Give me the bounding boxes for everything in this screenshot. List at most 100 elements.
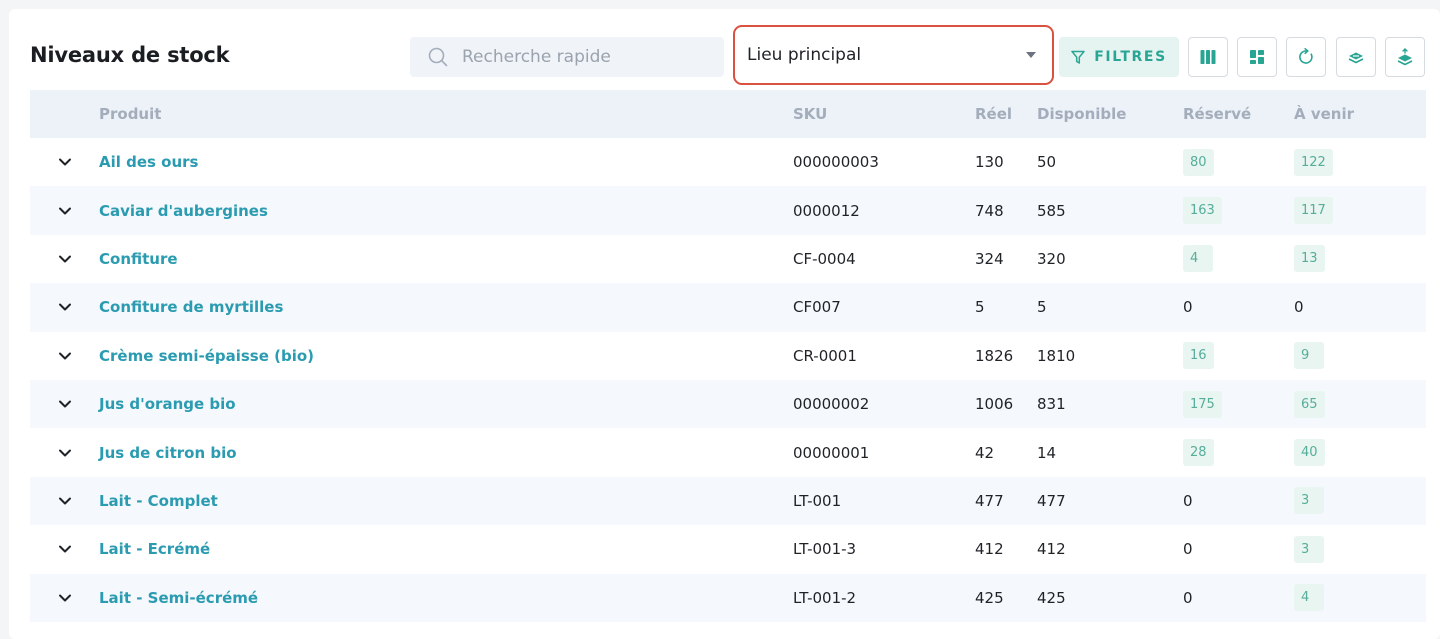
table-row[interactable]: Ail des ours 000000003 130 50 80 122: [30, 138, 1426, 187]
refresh-button[interactable]: [1286, 37, 1326, 77]
chevron-down-icon[interactable]: [58, 351, 72, 361]
available-cell: 477: [1037, 491, 1066, 510]
upcoming-badge[interactable]: 117: [1294, 197, 1333, 225]
upcoming-badge[interactable]: 9: [1294, 342, 1324, 370]
product-cell: Jus de citron bio: [99, 428, 793, 476]
chevron-down-icon[interactable]: [58, 448, 72, 458]
expand-toggle[interactable]: [30, 332, 99, 380]
sku-cell: 000000003: [793, 153, 879, 172]
layout-button[interactable]: [1237, 37, 1277, 77]
stock-out-button[interactable]: [1385, 37, 1425, 77]
expand-toggle[interactable]: [30, 477, 99, 525]
product-cell: Caviar d'aubergines: [99, 186, 793, 234]
upcoming-badge[interactable]: 122: [1294, 148, 1333, 176]
expand-toggle[interactable]: [30, 525, 99, 573]
table-row[interactable]: Lait - Ecrémé LT-001-3 412 412 0 3: [30, 525, 1426, 574]
reserved-value: 0: [1183, 540, 1193, 559]
upcoming-badge[interactable]: 13: [1294, 245, 1325, 273]
sku-cell: LT-001-3: [793, 540, 857, 559]
upcoming-badge[interactable]: 3: [1294, 487, 1324, 515]
reserved-badge[interactable]: 175: [1183, 390, 1222, 418]
expand-toggle[interactable]: [30, 186, 99, 234]
product-link[interactable]: Jus de citron bio: [99, 444, 237, 462]
reserved-value: 0: [1183, 491, 1193, 510]
location-select[interactable]: Lieu principal: [739, 36, 1048, 74]
filters-button[interactable]: FILTRES: [1059, 37, 1179, 77]
expand-toggle[interactable]: [30, 428, 99, 476]
upcoming-badge[interactable]: 40: [1294, 439, 1325, 467]
table-row[interactable]: Lait - Semi-écrémé LT-001-2 425 425 0 4: [30, 573, 1426, 622]
reserved-badge[interactable]: 163: [1183, 197, 1222, 225]
product-link[interactable]: Confiture de myrtilles: [99, 298, 283, 316]
sku-cell: 00000002: [793, 395, 870, 414]
expand-toggle[interactable]: [30, 380, 99, 428]
filters-label: FILTRES: [1094, 49, 1167, 65]
table-row[interactable]: Confiture de myrtilles CF007 5 5 0 0: [30, 283, 1426, 332]
reserved-badge[interactable]: 28: [1183, 439, 1214, 467]
filter-icon: [1071, 50, 1085, 64]
table-row[interactable]: Confiture CF-0004 324 320 4 13: [30, 234, 1426, 284]
expand-toggle[interactable]: [30, 283, 99, 331]
product-link[interactable]: Lait - Complet: [99, 492, 218, 510]
sku-cell: CF-0004: [793, 249, 856, 268]
product-link[interactable]: Jus d'orange bio: [99, 395, 236, 413]
stock-in-button[interactable]: [1336, 37, 1376, 77]
table-row[interactable]: Caviar d'aubergines 0000012 748 585 163 117: [30, 186, 1426, 235]
reserved-badge[interactable]: 16: [1183, 342, 1214, 370]
product-link[interactable]: Confiture: [99, 250, 178, 268]
location-select-highlight: Lieu principal: [733, 25, 1054, 85]
expand-toggle[interactable]: [30, 235, 99, 283]
available-cell: 5: [1037, 298, 1047, 317]
search-input[interactable]: [462, 47, 712, 67]
page-title: Niveaux de stock: [30, 43, 230, 67]
real-cell: 412: [975, 540, 1004, 559]
available-cell: 831: [1037, 395, 1066, 414]
chevron-down-icon[interactable]: [58, 593, 72, 603]
column-header-product[interactable]: Produit: [99, 90, 793, 138]
product-cell: Confiture: [99, 235, 793, 283]
product-link[interactable]: Caviar d'aubergines: [99, 202, 268, 220]
chevron-down-icon[interactable]: [58, 157, 72, 167]
table-row[interactable]: Lait - Complet LT-001 477 477 0 3: [30, 476, 1426, 526]
product-link[interactable]: Crème semi-épaisse (bio): [99, 347, 314, 365]
product-link[interactable]: Ail des ours: [99, 153, 199, 171]
columns-button[interactable]: [1188, 37, 1228, 77]
table-header-row: Produit SKU Réel Disponible Réservé À ve…: [30, 90, 1426, 138]
location-value: Lieu principal: [747, 45, 862, 65]
chevron-down-icon[interactable]: [58, 302, 72, 312]
upcoming-badge[interactable]: 4: [1294, 584, 1324, 612]
column-header-real[interactable]: Réel: [975, 90, 1037, 138]
table-row[interactable]: Jus d'orange bio 00000002 1006 831 175 65: [30, 379, 1426, 429]
real-cell: 425: [975, 588, 1004, 607]
real-cell: 1826: [975, 346, 1014, 365]
real-cell: 477: [975, 491, 1004, 510]
chevron-down-icon[interactable]: [58, 254, 72, 264]
upcoming-badge[interactable]: 65: [1294, 390, 1325, 418]
layout-icon: [1250, 50, 1264, 64]
product-link[interactable]: Lait - Ecrémé: [99, 540, 210, 558]
chevron-down-icon[interactable]: [58, 544, 72, 554]
reserved-cell: 163: [1183, 186, 1294, 234]
column-header-sku[interactable]: SKU: [793, 90, 975, 138]
sku-cell: LT-001-2: [793, 588, 857, 607]
available-cell: 14: [1037, 443, 1057, 462]
available-cell: 50: [1037, 153, 1057, 172]
refresh-icon: [1299, 48, 1313, 64]
expand-toggle[interactable]: [30, 574, 99, 622]
column-header-available[interactable]: Disponible: [1037, 90, 1183, 138]
reserved-badge[interactable]: 4: [1183, 245, 1213, 273]
table-row[interactable]: Jus de citron bio 00000001 42 14 28 40: [30, 428, 1426, 477]
chevron-down-icon[interactable]: [58, 206, 72, 216]
quick-search[interactable]: [410, 37, 724, 77]
product-link[interactable]: Lait - Semi-écrémé: [99, 589, 258, 607]
chevron-down-icon[interactable]: [58, 399, 72, 409]
column-header-reserved[interactable]: Réservé: [1183, 90, 1294, 138]
reserved-badge[interactable]: 80: [1183, 148, 1214, 176]
expand-toggle[interactable]: [30, 138, 99, 186]
upcoming-badge[interactable]: 3: [1294, 535, 1324, 563]
table-row[interactable]: Crème semi-épaisse (bio) CR-0001 1826 1810 1…: [30, 331, 1426, 380]
chevron-down-icon[interactable]: [58, 496, 72, 506]
real-cell: 42: [975, 443, 995, 462]
column-header-upcoming[interactable]: À venir: [1294, 90, 1426, 138]
reserved-cell: 4: [1183, 235, 1294, 283]
